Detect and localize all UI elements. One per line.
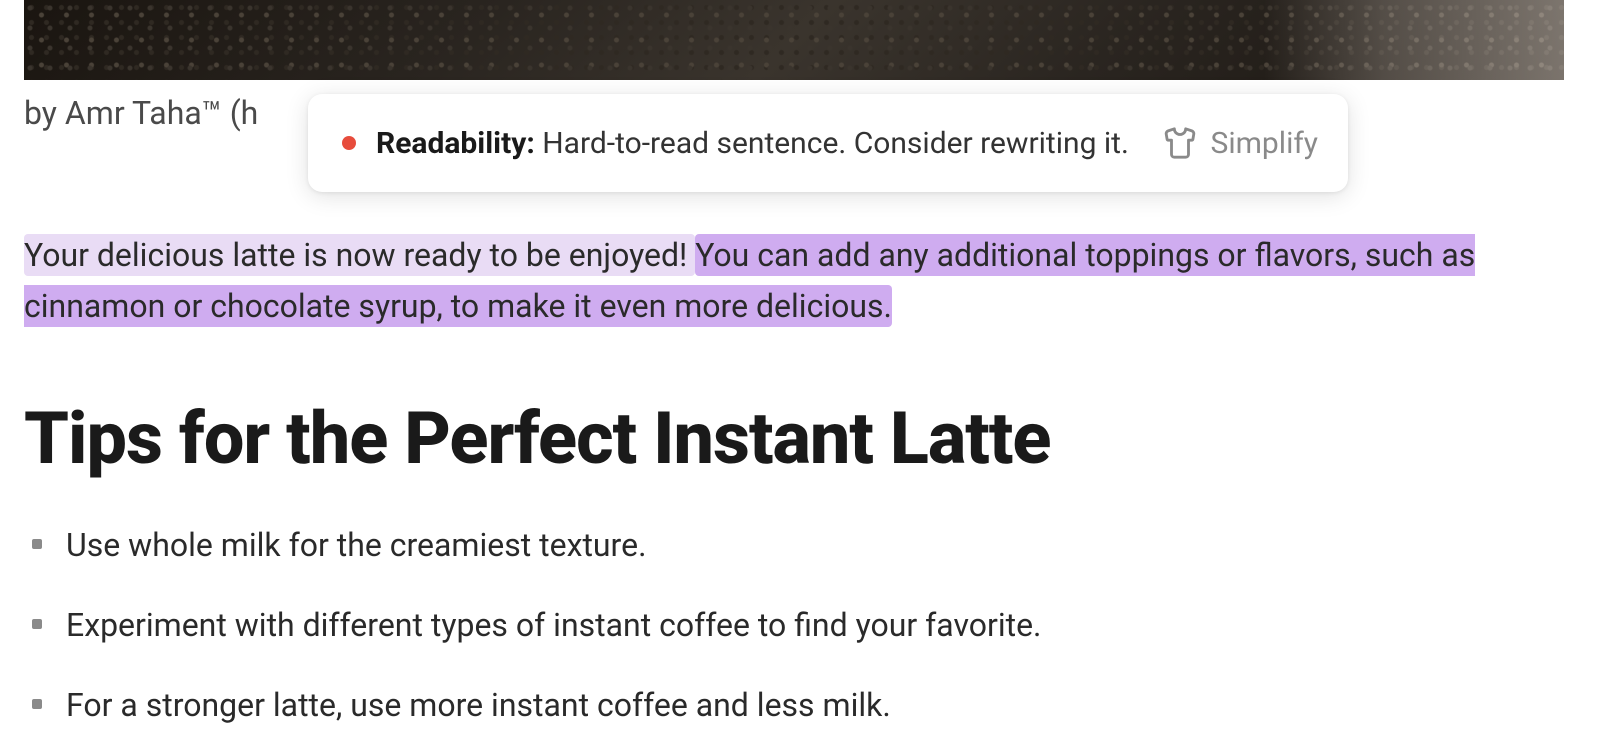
simplify-label: Simplify xyxy=(1211,126,1318,161)
severity-dot-icon xyxy=(342,136,356,150)
highlighted-paragraph[interactable]: Your delicious latte is now ready to be … xyxy=(24,230,1576,332)
highlighted-sentence-light: Your delicious latte is now ready to be … xyxy=(24,234,695,276)
simplify-button[interactable]: Simplify xyxy=(1163,126,1318,161)
tooltip-category: Readability: xyxy=(376,126,535,161)
tips-list: Use whole milk for the creamiest texture… xyxy=(24,521,1600,729)
hero-image xyxy=(24,0,1564,80)
tooltip-body: Hard-to-read sentence. Consider rewritin… xyxy=(542,126,1129,161)
list-item: For a stronger latte, use more instant c… xyxy=(24,681,1600,729)
list-item: Use whole milk for the creamiest texture… xyxy=(24,521,1600,569)
tooltip-message: Readability: Hard-to-read sentence. Cons… xyxy=(376,126,1163,161)
tshirt-icon xyxy=(1163,126,1197,160)
section-heading: Tips for the Perfect Instant Latte xyxy=(24,396,1576,481)
list-item: Experiment with different types of insta… xyxy=(24,601,1600,649)
readability-tooltip[interactable]: Readability: Hard-to-read sentence. Cons… xyxy=(308,94,1348,192)
